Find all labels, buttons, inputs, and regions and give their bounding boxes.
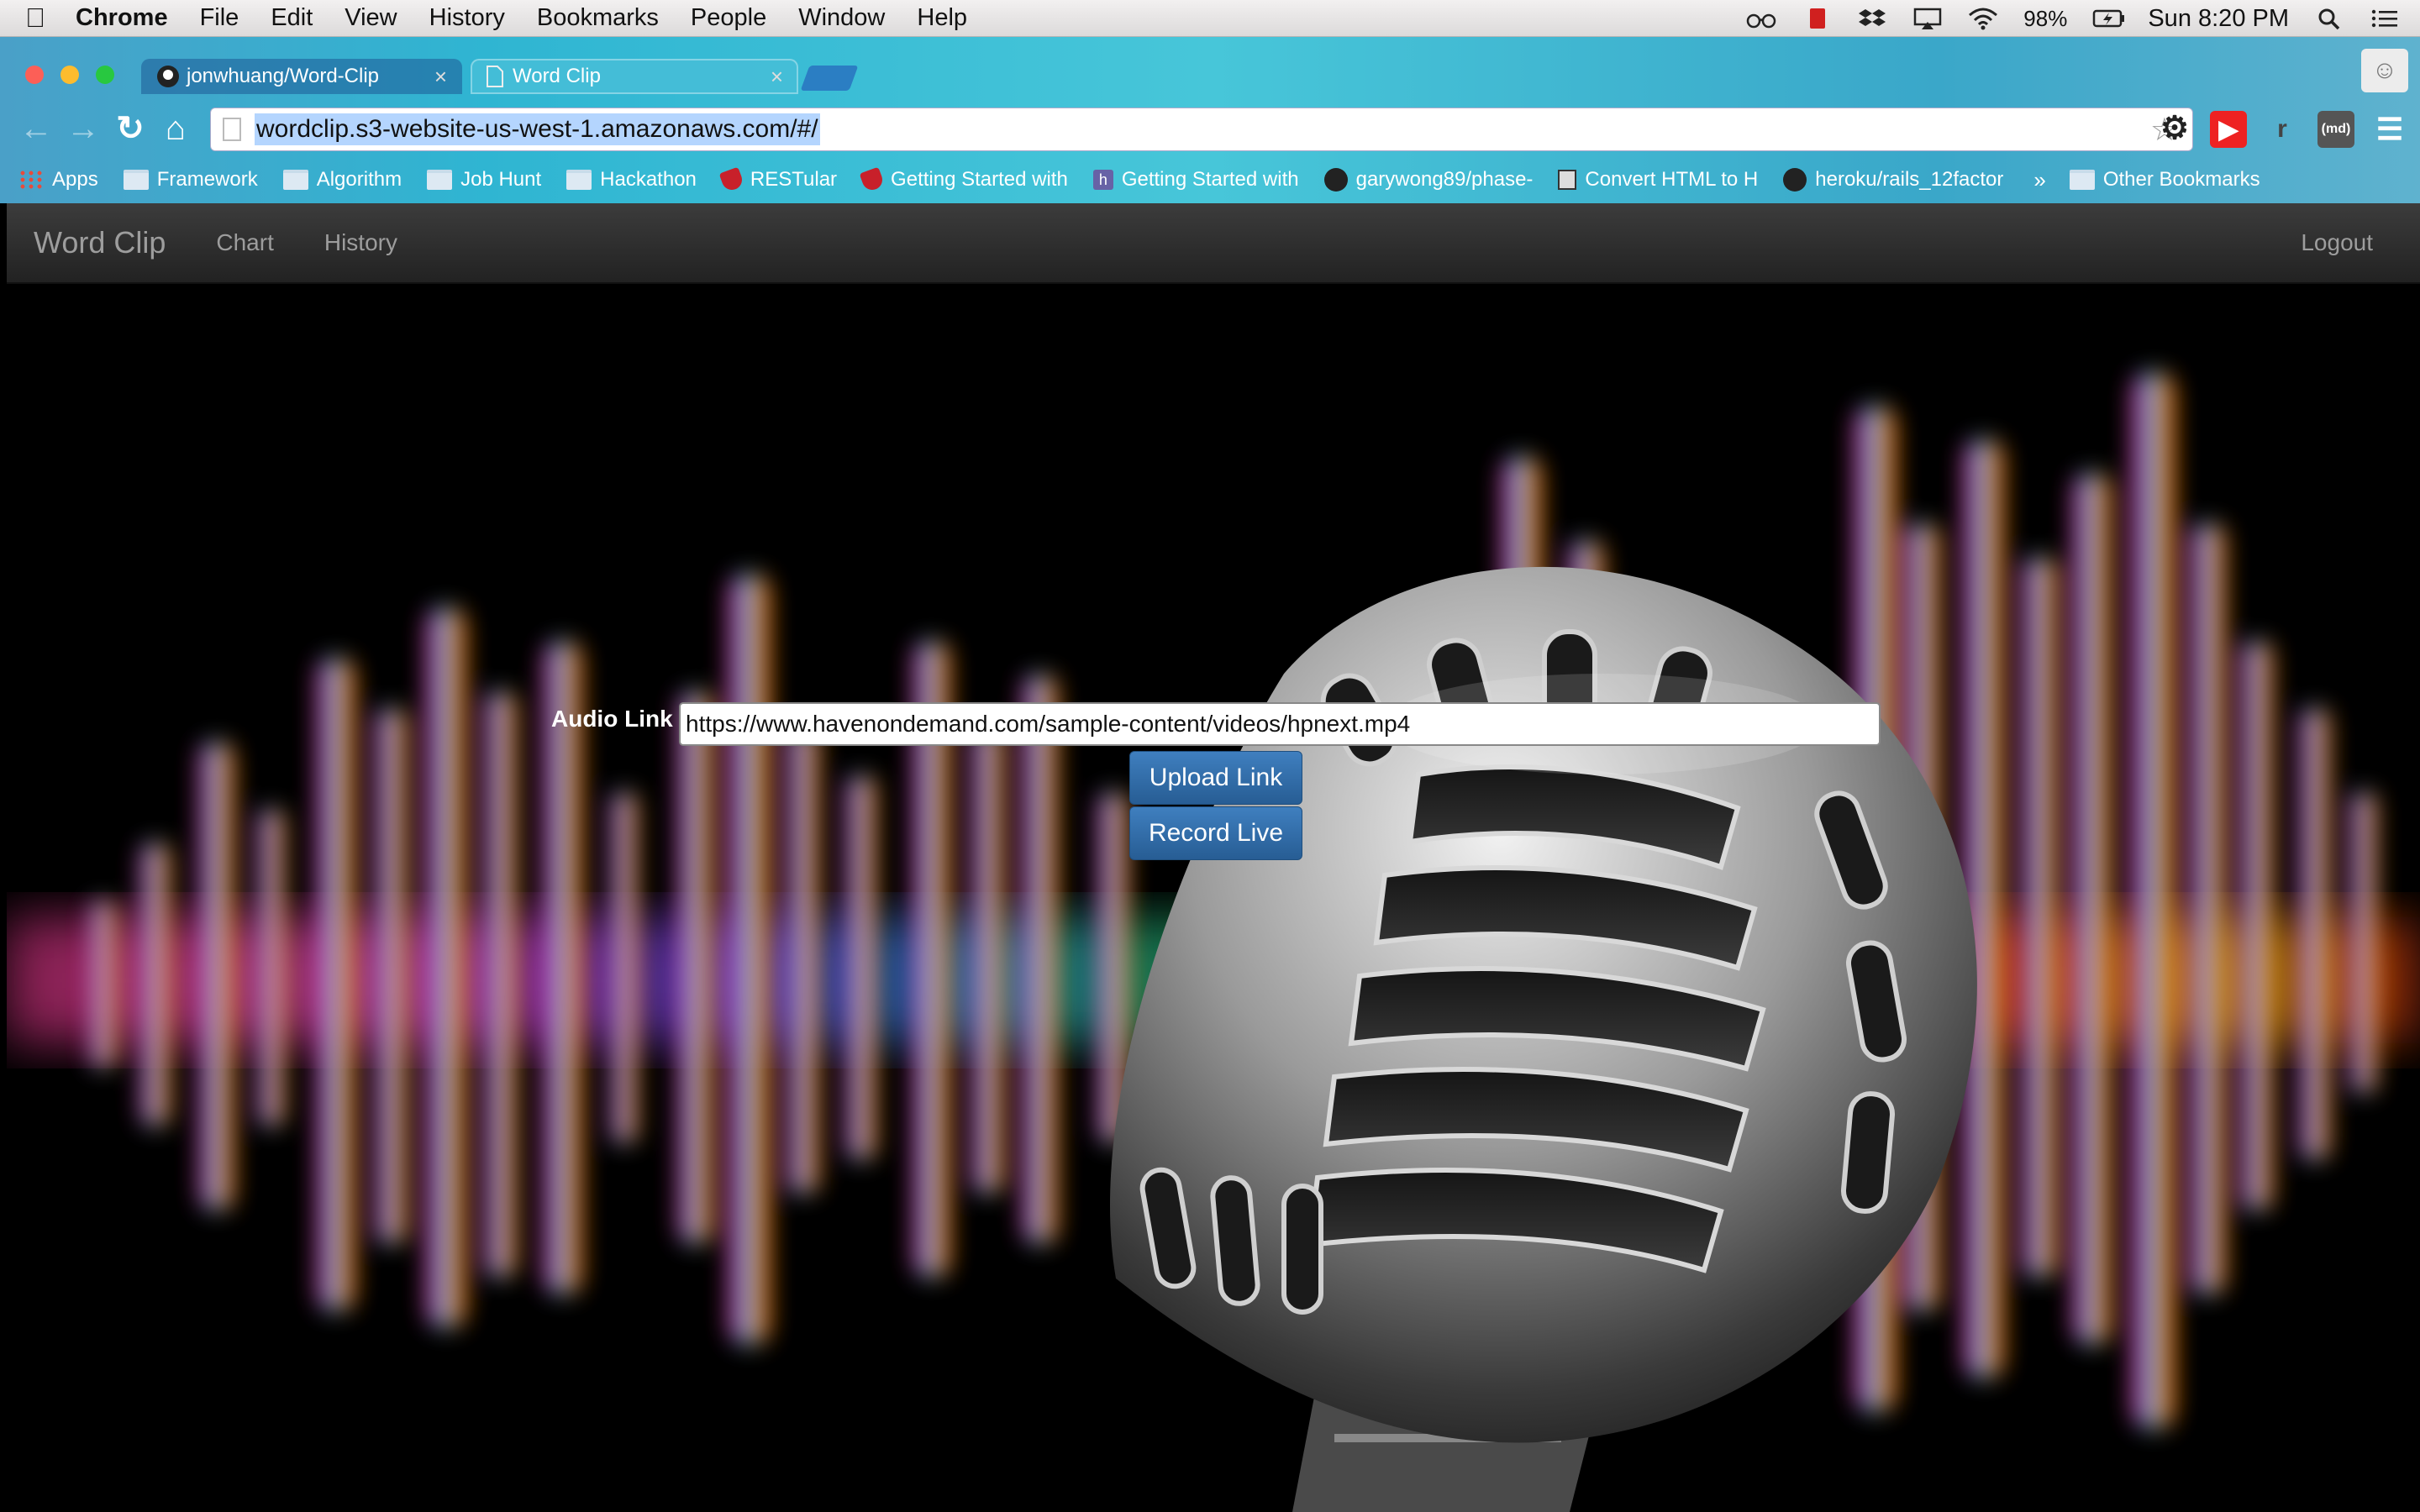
settings-gear-icon[interactable]: ⚙ xyxy=(2156,109,2193,146)
folder-icon xyxy=(282,170,308,190)
notification-center-icon[interactable] xyxy=(2370,7,2400,30)
youtube-extension-icon[interactable]: ▶ xyxy=(2210,111,2247,148)
glasses-icon[interactable] xyxy=(1746,7,1776,30)
audio-link-input[interactable] xyxy=(679,702,1881,746)
heroku-icon: h xyxy=(1092,170,1113,190)
markdown-extension-icon[interactable]: (md) xyxy=(2317,111,2354,148)
bookmark-rails-12factor[interactable]: heroku/rails_12factor xyxy=(1783,168,2003,192)
upload-link-button[interactable]: Upload Link xyxy=(1129,751,1302,805)
browser-toolbar: ← → ↻ ⌂ wordclip.s3-website-us-west-1.am… xyxy=(0,102,2420,156)
menubar-clock[interactable]: Sun 8:20 PM xyxy=(2148,5,2289,33)
tab-github[interactable]: jonwhuang/Word-Clip × xyxy=(141,59,462,94)
github-icon xyxy=(1783,168,1807,192)
folder-icon xyxy=(566,170,592,190)
browser-frame: jonwhuang/Word-Clip × Word Clip × ☺ ← → … xyxy=(0,37,2420,203)
bookmark-folder-framework[interactable]: Framework xyxy=(123,168,258,192)
bookmark-folder-algorithm[interactable]: Algorithm xyxy=(282,168,402,192)
tab-close-icon[interactable]: × xyxy=(771,64,783,90)
audio-link-label: Audio Link xyxy=(551,706,673,732)
back-arrow-icon[interactable]: ← xyxy=(17,109,55,148)
page-icon xyxy=(223,118,241,141)
folder-icon xyxy=(123,170,149,190)
bookmark-getting-started-ruby[interactable]: Getting Started with xyxy=(859,166,1068,193)
minimize-window-button[interactable] xyxy=(60,66,79,84)
battery-icon[interactable] xyxy=(2092,7,2125,30)
ruby-icon xyxy=(859,166,886,193)
apple-menu-icon[interactable]:  xyxy=(25,3,76,34)
bookmark-other-bookmarks[interactable]: Other Bookmarks xyxy=(2069,168,2260,192)
menu-view[interactable]: View xyxy=(345,4,397,32)
bookmarks-bar: Apps Framework Algorithm Job Hunt Hackat… xyxy=(0,156,2420,203)
brand-logo[interactable]: Word Clip xyxy=(34,225,166,260)
tab-word-clip[interactable]: Word Clip × xyxy=(471,59,798,94)
close-window-button[interactable] xyxy=(25,66,44,84)
bookmark-restular[interactable]: RESTular xyxy=(718,166,837,193)
wifi-icon[interactable] xyxy=(1968,7,1998,30)
folder-icon xyxy=(427,170,453,190)
bookmark-convert-html[interactable]: Convert HTML to H xyxy=(1558,168,1758,192)
menu-bookmarks[interactable]: Bookmarks xyxy=(537,4,659,32)
spotlight-search-icon[interactable] xyxy=(2314,7,2344,30)
macos-menubar:  Chrome File Edit View History Bookmark… xyxy=(0,0,2420,37)
logout-link[interactable]: Logout xyxy=(2301,229,2373,256)
address-bar[interactable]: wordclip.s3-website-us-west-1.amazonaws.… xyxy=(210,108,2193,151)
menu-help[interactable]: Help xyxy=(917,4,967,32)
bookmark-garywong89[interactable]: garywong89/phase- xyxy=(1323,168,1533,192)
profile-icon[interactable]: ☺ xyxy=(2361,49,2408,92)
menubar-status-area: 98% Sun 8:20 PM xyxy=(1746,0,2400,37)
battery-percent: 98% xyxy=(2023,5,2068,31)
menu-history[interactable]: History xyxy=(429,4,505,32)
chrome-menu-icon[interactable]: ☰ xyxy=(2371,111,2408,148)
dropbox-icon[interactable] xyxy=(1857,7,1887,30)
address-url[interactable]: wordclip.s3-website-us-west-1.amazonaws.… xyxy=(255,113,820,145)
menu-app-name[interactable]: Chrome xyxy=(76,4,168,32)
ruby-icon xyxy=(718,166,745,193)
page-icon xyxy=(487,66,503,87)
new-tab-button[interactable] xyxy=(800,66,859,91)
tab-title: Word Clip xyxy=(513,65,601,87)
tab-close-icon[interactable]: × xyxy=(434,64,447,90)
bookmark-folder-hackathon[interactable]: Hackathon xyxy=(566,168,697,192)
tab-title: jonwhuang/Word-Clip xyxy=(187,65,380,87)
bookmark-getting-started-heroku[interactable]: h Getting Started with xyxy=(1092,168,1299,192)
forward-arrow-icon[interactable]: → xyxy=(64,109,103,148)
github-icon xyxy=(157,66,179,87)
record-live-button[interactable]: Record Live xyxy=(1129,806,1302,860)
red-book-icon[interactable] xyxy=(1802,7,1832,30)
airplay-icon[interactable] xyxy=(1912,7,1943,30)
nav-chart[interactable]: Chart xyxy=(216,229,273,256)
folder-icon xyxy=(2069,170,2095,190)
menu-file[interactable]: File xyxy=(200,4,239,32)
github-icon xyxy=(1323,168,1348,192)
menu-window[interactable]: Window xyxy=(798,4,885,32)
html-icon xyxy=(1558,170,1577,190)
menu-people[interactable]: People xyxy=(691,4,766,32)
zoom-window-button[interactable] xyxy=(96,66,114,84)
app-navbar: Word Clip Chart History Logout xyxy=(7,203,2420,284)
menu-edit[interactable]: Edit xyxy=(271,4,313,32)
apps-grid-icon xyxy=(18,170,44,190)
bookmarks-overflow-chevron-icon[interactable]: » xyxy=(2033,167,2045,193)
bookmark-folder-job-hunt[interactable]: Job Hunt xyxy=(427,168,541,192)
nav-history[interactable]: History xyxy=(324,229,397,256)
page-viewport: Word Clip Chart History Logout Audio Lin… xyxy=(7,203,2420,1512)
reload-icon[interactable]: ↻ xyxy=(111,109,150,148)
bookmark-apps[interactable]: Apps xyxy=(18,168,98,192)
reader-extension-icon[interactable]: r xyxy=(2264,111,2301,148)
home-icon[interactable]: ⌂ xyxy=(156,109,195,148)
